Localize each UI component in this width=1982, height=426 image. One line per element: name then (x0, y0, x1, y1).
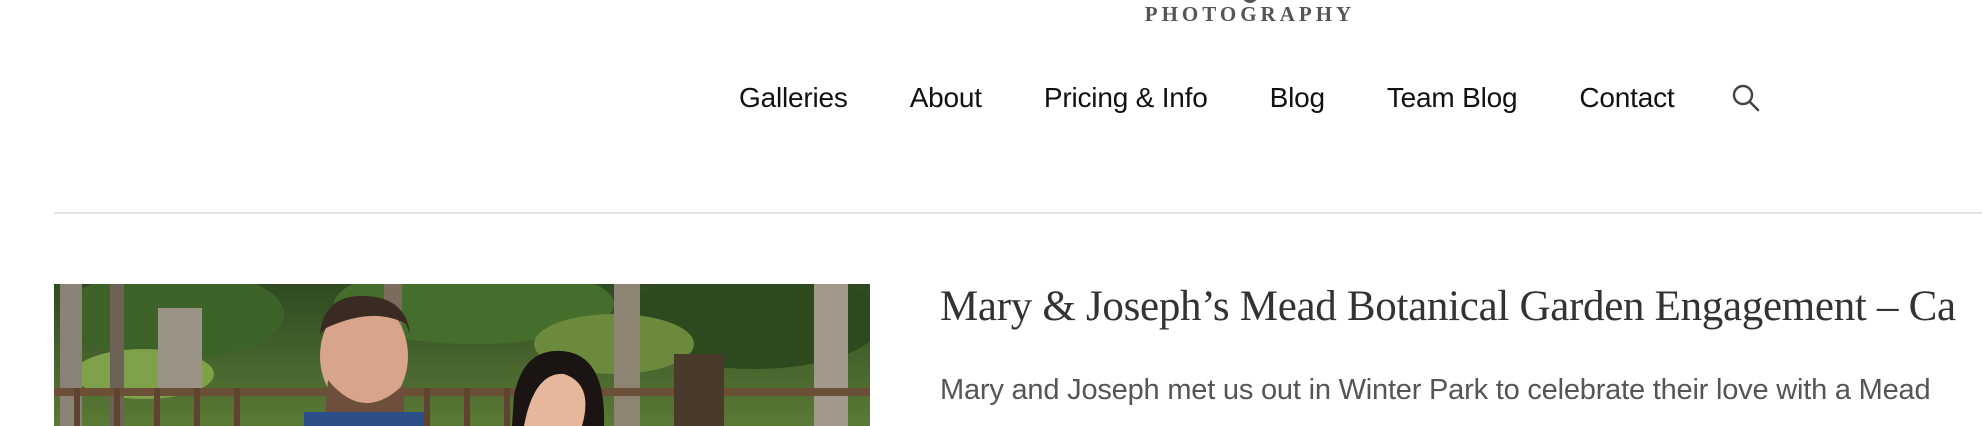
search-icon[interactable] (1730, 82, 1762, 114)
post-title[interactable]: Mary & Joseph’s Mead Botanical Garden En… (940, 282, 1956, 331)
post-excerpt: Mary and Joseph met us out in Winter Par… (940, 374, 1931, 406)
nav-item-about[interactable]: About (910, 82, 982, 114)
main-nav: Galleries About Pricing & Info Blog Team… (739, 78, 1762, 118)
nav-item-team-blog[interactable]: Team Blog (1387, 82, 1518, 114)
nav-item-pricing-info[interactable]: Pricing & Info (1044, 82, 1208, 114)
nav-item-blog[interactable]: Blog (1270, 82, 1325, 114)
post-featured-image[interactable] (54, 284, 870, 426)
logo-subtitle: PHOTOGRAPHY (1144, 2, 1356, 26)
header-divider (54, 212, 1982, 214)
site-logo[interactable]: PHOTOGRAPHY (1120, 0, 1380, 26)
page: PHOTOGRAPHY Galleries About Pricing & In… (0, 0, 1982, 426)
nav-item-galleries[interactable]: Galleries (739, 82, 848, 114)
nav-item-contact[interactable]: Contact (1579, 82, 1674, 114)
